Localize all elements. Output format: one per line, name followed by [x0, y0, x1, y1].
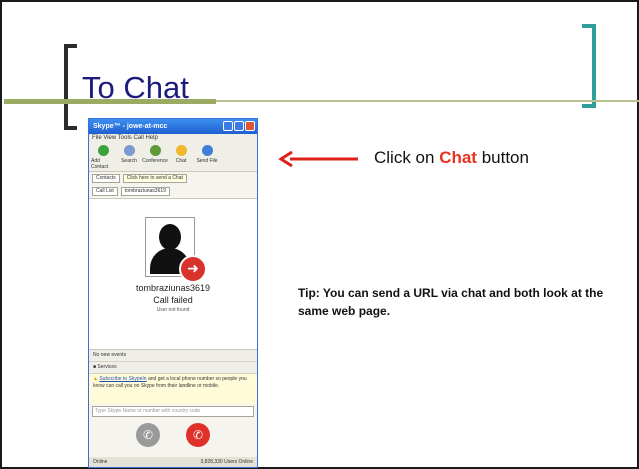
add-contact-button[interactable]: Add Contact: [91, 145, 115, 171]
online-status[interactable]: Online: [93, 457, 107, 467]
search-icon: [123, 145, 135, 156]
subscribe-skypein-link[interactable]: Subscribe to SkypeIn: [99, 376, 146, 382]
hang-up-button[interactable]: ✆: [186, 423, 210, 447]
skype-menu-bar[interactable]: File View Tools Call Help: [89, 134, 257, 143]
call-controls: ✆ ✆: [89, 419, 257, 451]
services-row[interactable]: ■ Services: [89, 362, 257, 374]
phone-number-input[interactable]: Type Skype Name or number with country c…: [92, 406, 254, 417]
skype-status-bar: Online 3,828,330 Users Online: [89, 457, 257, 467]
call-status-detail: User not found: [156, 307, 190, 313]
conference-icon: [149, 145, 161, 156]
add-contact-icon: [97, 145, 109, 156]
window-controls: [223, 121, 255, 131]
events-row[interactable]: No new events: [89, 350, 257, 362]
callout-highlight: Chat: [439, 148, 477, 167]
hang-up-icon: ✆: [192, 428, 204, 442]
callout-suffix: button: [476, 148, 529, 167]
left-bracket-decoration: [64, 44, 77, 130]
chat-tooltip: Click here to send a Chat: [122, 174, 187, 183]
chat-callout: Click on Chat button: [374, 148, 529, 168]
slide: To Chat Skype™ - jowe-at-mcc File View T…: [0, 0, 639, 469]
skype-window: Skype™ - jowe-at-mcc File View Tools Cal…: [88, 118, 258, 468]
skypein-promo: ▲ Subscribe to SkypeIn and get a local p…: [89, 374, 257, 404]
search-button[interactable]: Search: [117, 145, 141, 171]
services-label: Services: [97, 364, 117, 370]
tab-call-contact[interactable]: tombraziunas3619: [120, 187, 170, 196]
right-bracket-decoration: [582, 24, 596, 108]
tab-contacts[interactable]: Contacts: [92, 174, 120, 183]
red-arrow-icon: [278, 151, 358, 167]
avatar-head-silhouette: [159, 224, 181, 250]
warning-icon: ▲: [93, 376, 98, 382]
skype-title-bar: Skype™ - jowe-at-mcc: [89, 119, 257, 134]
tab-call-list[interactable]: Call List: [92, 187, 118, 196]
services-icon: ■: [93, 364, 97, 370]
chat-button[interactable]: Chat: [169, 145, 193, 171]
conference-button[interactable]: Conference: [142, 145, 168, 171]
skype-tabs: Contacts Click here to send a Chat: [89, 172, 257, 185]
minimize-icon[interactable]: [223, 121, 233, 131]
title-underline-line: [216, 100, 639, 102]
tip-text: Tip: You can send a URL via chat and bot…: [298, 286, 604, 318]
send-file-button[interactable]: Send File: [195, 145, 219, 171]
skype-window-title: Skype™ - jowe-at-mcc: [93, 123, 168, 130]
chat-icon: [175, 145, 187, 156]
skype-tabs-row2: Call List tombraziunas3619: [89, 185, 257, 198]
skype-toolbar: Add Contact Search Conference Chat Send …: [89, 143, 257, 172]
send-file-icon: [201, 145, 213, 156]
callout-prefix: Click on: [374, 148, 440, 167]
maximize-icon[interactable]: [234, 121, 244, 131]
call-contact-name: tombraziunas3619: [135, 283, 211, 293]
close-icon[interactable]: [245, 121, 255, 131]
call-button[interactable]: ✆: [136, 423, 160, 447]
users-online-count: 3,828,330 Users Online: [200, 459, 253, 465]
call-failed-icon: ➜: [179, 255, 207, 283]
call-status: Call failed: [153, 295, 193, 305]
phone-icon: ✆: [142, 428, 154, 442]
slide-title: To Chat: [82, 70, 189, 105]
call-area: ➜ tombraziunas3619 Call failed User not …: [89, 198, 257, 350]
